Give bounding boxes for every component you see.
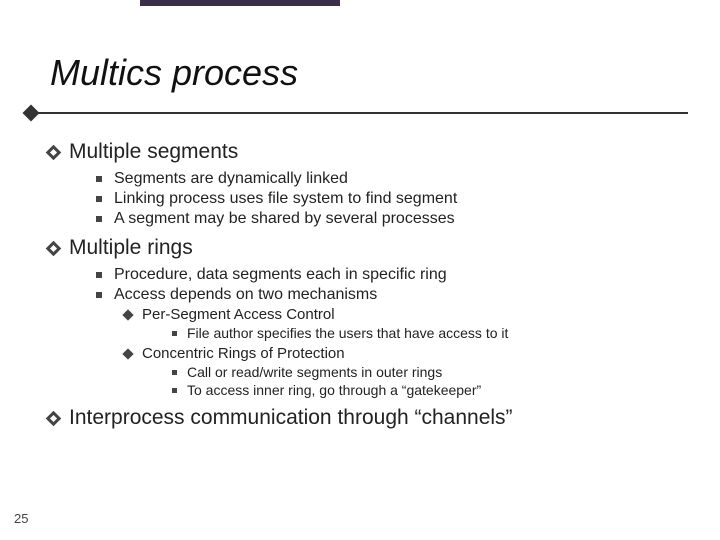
page-number: 25	[14, 511, 28, 526]
mech1-details: File author specifies the users that hav…	[172, 325, 700, 341]
mechanisms-list: Per-Segment Access Control File author s…	[124, 306, 700, 398]
list-item: Access depends on two mechanisms	[96, 286, 700, 304]
list-item: Segments are dynamically linked	[96, 170, 700, 188]
small-square-bullet-icon	[172, 331, 177, 336]
list-item: Procedure, data segments each in specifi…	[96, 266, 700, 284]
diamond-bullet-icon	[46, 144, 62, 160]
item-text: Concentric Rings of Protection	[142, 345, 345, 362]
rings-list: Procedure, data segments each in specifi…	[96, 266, 700, 398]
item-text: Call or read/write segments in outer rin…	[187, 364, 442, 380]
item-text: Per-Segment Access Control	[142, 306, 335, 323]
square-bullet-icon	[96, 292, 102, 298]
mechanism-per-segment: Per-Segment Access Control	[124, 306, 700, 323]
item-text: A segment may be shared by several proce…	[114, 210, 455, 228]
heading-text: Multiple rings	[69, 236, 193, 260]
list-item: A segment may be shared by several proce…	[96, 210, 700, 228]
heading-multiple-rings: Multiple rings	[48, 236, 700, 260]
item-text: Segments are dynamically linked	[114, 170, 348, 188]
list-item: Linking process uses file system to find…	[96, 190, 700, 208]
content-area: Multiple segments Segments are dynamical…	[48, 140, 700, 436]
heading-text: Multiple segments	[69, 140, 238, 164]
slide-title: Multics process	[50, 52, 298, 94]
diamond-bullet-icon	[46, 240, 62, 256]
heading-ipc: Interprocess communication through “chan…	[48, 406, 700, 430]
list-item: To access inner ring, go through a “gate…	[172, 382, 700, 398]
item-text: Linking process uses file system to find…	[114, 190, 457, 208]
list-item: Call or read/write segments in outer rin…	[172, 364, 700, 380]
diamond-solid-bullet-icon	[122, 309, 133, 320]
mechanism-concentric-rings: Concentric Rings of Protection	[124, 345, 700, 362]
slide: Multics process Multiple segments Segmen…	[0, 0, 720, 540]
diamond-bullet-icon	[46, 410, 62, 426]
mech2-details: Call or read/write segments in outer rin…	[172, 364, 700, 398]
item-text: To access inner ring, go through a “gate…	[187, 382, 481, 398]
small-square-bullet-icon	[172, 370, 177, 375]
item-text: Access depends on two mechanisms	[114, 286, 377, 304]
square-bullet-icon	[96, 176, 102, 182]
heading-multiple-segments: Multiple segments	[48, 140, 700, 164]
title-underline	[32, 112, 688, 114]
square-bullet-icon	[96, 196, 102, 202]
segments-list: Segments are dynamically linked Linking …	[96, 170, 700, 228]
heading-text: Interprocess communication through “chan…	[69, 406, 513, 430]
square-bullet-icon	[96, 216, 102, 222]
small-square-bullet-icon	[172, 388, 177, 393]
square-bullet-icon	[96, 272, 102, 278]
list-item: File author specifies the users that hav…	[172, 325, 700, 341]
diamond-solid-bullet-icon	[122, 348, 133, 359]
item-text: Procedure, data segments each in specifi…	[114, 266, 447, 284]
item-text: File author specifies the users that hav…	[187, 325, 508, 341]
decoration-bar	[140, 0, 340, 6]
